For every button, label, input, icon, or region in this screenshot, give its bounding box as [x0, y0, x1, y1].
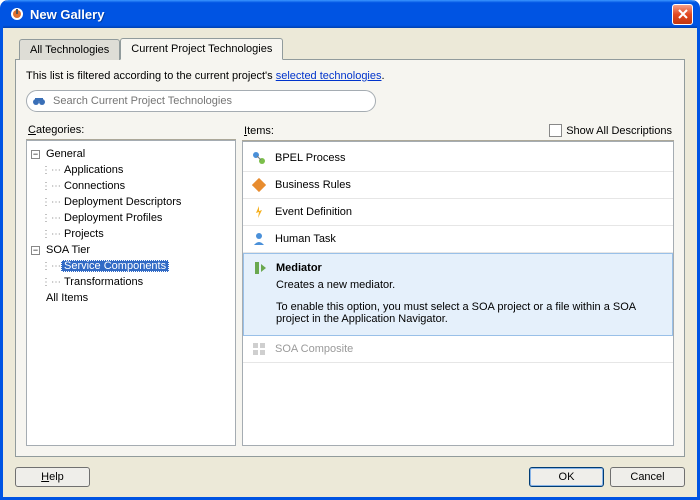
- app-icon: [9, 6, 25, 22]
- columns: Categories: − General ⋮⋯Applications ⋮⋯C…: [26, 122, 674, 446]
- show-all-wrap[interactable]: Show All Descriptions: [549, 124, 672, 137]
- mediator-icon: [252, 260, 268, 276]
- tree-node-applications[interactable]: ⋮⋯Applications: [31, 162, 231, 178]
- items-label: tems:: [247, 125, 274, 137]
- filter-description: This list is filtered according to the c…: [26, 70, 674, 82]
- item-description: Creates a new mediator.: [276, 279, 664, 291]
- items-list[interactable]: BPEL Process Business Rules Event Defini…: [242, 141, 674, 446]
- item-label: Event Definition: [275, 206, 352, 218]
- search-input[interactable]: [51, 94, 367, 108]
- tree-node-soa-tier[interactable]: − SOA Tier: [31, 242, 231, 258]
- tab-current-project-technologies[interactable]: Current Project Technologies: [120, 38, 283, 60]
- event-icon: [251, 204, 267, 220]
- item-bpel-process[interactable]: BPEL Process: [243, 145, 673, 172]
- tree-node-connections[interactable]: ⋮⋯Connections: [31, 178, 231, 194]
- item-business-rules[interactable]: Business Rules: [243, 172, 673, 199]
- item-label: SOA Composite: [275, 343, 353, 355]
- button-bar: Help OK Cancel: [3, 457, 697, 497]
- selected-technologies-link[interactable]: selected technologies: [276, 70, 382, 82]
- ok-button[interactable]: OK: [529, 467, 604, 487]
- items-column: Items: Show All Descriptions BPEL Proces…: [242, 122, 674, 446]
- content-area: All Technologies Current Project Technol…: [3, 28, 697, 457]
- categories-column: Categories: − General ⋮⋯Applications ⋮⋯C…: [26, 122, 236, 446]
- tree-node-general[interactable]: − General: [31, 146, 231, 162]
- item-mediator[interactable]: Mediator Creates a new mediator. To enab…: [243, 253, 673, 336]
- categories-header: Categories:: [26, 122, 236, 140]
- show-all-checkbox[interactable]: [549, 124, 562, 137]
- window-title: New Gallery: [30, 7, 672, 22]
- categories-tree[interactable]: − General ⋮⋯Applications ⋮⋯Connections ⋮…: [26, 140, 236, 446]
- binoculars-icon: [31, 93, 47, 109]
- item-label: Human Task: [275, 233, 336, 245]
- item-note: To enable this option, you must select a…: [276, 301, 664, 325]
- tree-node-transformations[interactable]: ⋮⋯Transformations: [31, 274, 231, 290]
- items-header: Items: Show All Descriptions: [242, 122, 674, 141]
- close-button[interactable]: [672, 4, 693, 25]
- item-label: Business Rules: [275, 179, 351, 191]
- main-panel: This list is filtered according to the c…: [15, 59, 685, 457]
- collapse-icon[interactable]: −: [31, 246, 40, 255]
- item-human-task[interactable]: Human Task: [243, 226, 673, 253]
- titlebar: New Gallery: [3, 0, 697, 28]
- show-all-label: Show All Descriptions: [566, 125, 672, 137]
- composite-icon: [251, 341, 267, 357]
- tab-strip: All Technologies Current Project Technol…: [19, 38, 685, 59]
- human-task-icon: [251, 231, 267, 247]
- item-event-definition[interactable]: Event Definition: [243, 199, 673, 226]
- tab-all-technologies[interactable]: All Technologies: [19, 39, 120, 60]
- bpel-icon: [251, 150, 267, 166]
- item-label: BPEL Process: [275, 152, 346, 164]
- filter-text-suffix: .: [382, 70, 385, 82]
- tree-node-deployment-descriptors[interactable]: ⋮⋯Deployment Descriptors: [31, 194, 231, 210]
- tree-node-deployment-profiles[interactable]: ⋮⋯Deployment Profiles: [31, 210, 231, 226]
- rules-icon: [251, 177, 267, 193]
- tree-node-service-components[interactable]: ⋮⋯Service Components: [31, 258, 231, 274]
- item-soa-composite: SOA Composite: [243, 336, 673, 363]
- tree-node-all-items[interactable]: All Items: [31, 290, 231, 306]
- collapse-icon[interactable]: −: [31, 150, 40, 159]
- tree-node-projects[interactable]: ⋮⋯Projects: [31, 226, 231, 242]
- categories-label: ategories:: [36, 124, 84, 136]
- item-label: Mediator: [276, 262, 322, 274]
- help-button[interactable]: Help: [15, 467, 90, 487]
- cancel-button[interactable]: Cancel: [610, 467, 685, 487]
- dialog-window: New Gallery All Technologies Current Pro…: [0, 0, 700, 500]
- filter-text-prefix: This list is filtered according to the c…: [26, 70, 276, 82]
- search-box[interactable]: [26, 90, 376, 112]
